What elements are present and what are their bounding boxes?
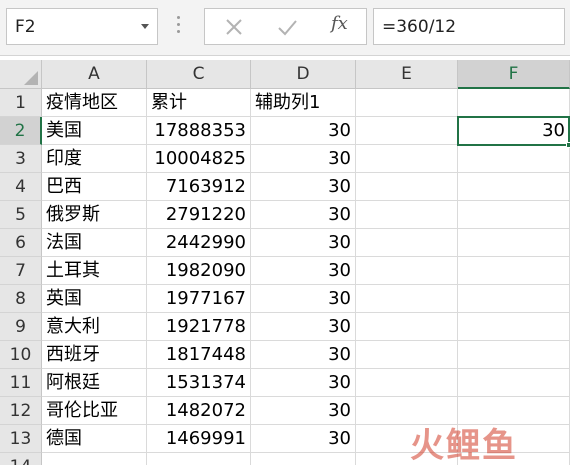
cell-c9[interactable]: 1921778: [147, 313, 251, 341]
cell-e7[interactable]: [356, 257, 458, 285]
cell-c3[interactable]: 10004825: [147, 145, 251, 173]
cell-a12[interactable]: 哥伦比亚: [42, 397, 147, 425]
column-header-f[interactable]: F: [458, 60, 570, 89]
cell-a13[interactable]: 德国: [42, 425, 147, 453]
chevron-down-icon[interactable]: [141, 24, 149, 29]
more-options-icon[interactable]: [176, 13, 182, 37]
cell-c5[interactable]: 2791220: [147, 201, 251, 229]
cell-d14[interactable]: [251, 453, 356, 465]
cell-c8[interactable]: 1977167: [147, 285, 251, 313]
row-header-4[interactable]: 4: [0, 173, 42, 201]
cell-d13[interactable]: 30: [251, 425, 356, 453]
cell-d2[interactable]: 30: [251, 117, 356, 145]
row-header-14[interactable]: 14: [0, 453, 42, 465]
cell-e6[interactable]: [356, 229, 458, 257]
cell-a14[interactable]: [42, 453, 147, 465]
cell-d10[interactable]: 30: [251, 341, 356, 369]
cell-e9[interactable]: [356, 313, 458, 341]
active-cell-border: [457, 116, 570, 146]
cell-f1[interactable]: [458, 89, 570, 117]
cell-d6[interactable]: 30: [251, 229, 356, 257]
cell-c13[interactable]: 1469991: [147, 425, 251, 453]
cell-a1[interactable]: 疫情地区: [42, 89, 147, 117]
cell-f11[interactable]: [458, 369, 570, 397]
name-box[interactable]: F2: [6, 8, 158, 45]
cell-d12[interactable]: 30: [251, 397, 356, 425]
row-header-5[interactable]: 5: [0, 201, 42, 229]
cell-f6[interactable]: [458, 229, 570, 257]
cell-a11[interactable]: 阿根廷: [42, 369, 147, 397]
fill-handle[interactable]: [566, 142, 570, 148]
cell-c14[interactable]: [147, 453, 251, 465]
row-header-13[interactable]: 13: [0, 425, 42, 453]
cell-d11[interactable]: 30: [251, 369, 356, 397]
cell-d7[interactable]: 30: [251, 257, 356, 285]
cell-a6[interactable]: 法国: [42, 229, 147, 257]
cell-f10[interactable]: [458, 341, 570, 369]
cell-d5[interactable]: 30: [251, 201, 356, 229]
cell-c6[interactable]: 2442990: [147, 229, 251, 257]
cell-f4[interactable]: [458, 173, 570, 201]
cell-f9[interactable]: [458, 313, 570, 341]
column-header-c[interactable]: C: [147, 60, 251, 89]
cell-c12[interactable]: 1482072: [147, 397, 251, 425]
column-header-d[interactable]: D: [251, 60, 356, 89]
row-header-6[interactable]: 6: [0, 229, 42, 257]
cell-e1[interactable]: [356, 89, 458, 117]
cell-c1[interactable]: 累计: [147, 89, 251, 117]
column-header-a[interactable]: A: [42, 60, 147, 89]
cell-e3[interactable]: [356, 145, 458, 173]
formula-input[interactable]: =360/12: [373, 8, 565, 45]
formula-text: =360/12: [382, 17, 457, 37]
row-header-12[interactable]: 12: [0, 397, 42, 425]
cell-f5[interactable]: [458, 201, 570, 229]
row-header-8[interactable]: 8: [0, 285, 42, 313]
row-header-9[interactable]: 9: [0, 313, 42, 341]
enter-icon[interactable]: [275, 15, 299, 39]
watermark-logo: 火鲤鱼: [410, 426, 518, 465]
cell-d4[interactable]: 30: [251, 173, 356, 201]
cell-f7[interactable]: [458, 257, 570, 285]
cell-a4[interactable]: 巴西: [42, 173, 147, 201]
cell-c10[interactable]: 1817448: [147, 341, 251, 369]
cell-a5[interactable]: 俄罗斯: [42, 201, 147, 229]
cell-e5[interactable]: [356, 201, 458, 229]
cancel-icon[interactable]: [222, 15, 246, 39]
cell-a10[interactable]: 西班牙: [42, 341, 147, 369]
cell-e8[interactable]: [356, 285, 458, 313]
cell-d8[interactable]: 30: [251, 285, 356, 313]
cell-e10[interactable]: [356, 341, 458, 369]
cell-c7[interactable]: 1982090: [147, 257, 251, 285]
cell-d1[interactable]: 辅助列1: [251, 89, 356, 117]
cell-a7[interactable]: 土耳其: [42, 257, 147, 285]
row-header-10[interactable]: 10: [0, 341, 42, 369]
row-header-1[interactable]: 1: [0, 89, 42, 117]
select-all-corner[interactable]: [0, 60, 42, 89]
column-header-e[interactable]: E: [356, 60, 458, 89]
cell-a3[interactable]: 印度: [42, 145, 147, 173]
spreadsheet-grid: A C D E F 1 疫情地区 累计 辅助列1 2 美国 17888353 30 30 3 印度 100048…: [0, 60, 570, 465]
cell-f3[interactable]: [458, 145, 570, 173]
cell-c4[interactable]: 7163912: [147, 173, 251, 201]
cell-c11[interactable]: 1531374: [147, 369, 251, 397]
cell-e2[interactable]: [356, 117, 458, 145]
name-box-value: F2: [15, 17, 36, 37]
cell-e4[interactable]: [356, 173, 458, 201]
formula-bar: F2 fx =360/12: [0, 0, 570, 56]
cell-a8[interactable]: 英国: [42, 285, 147, 313]
cell-d9[interactable]: 30: [251, 313, 356, 341]
row-header-2[interactable]: 2: [0, 117, 42, 145]
row-header-3[interactable]: 3: [0, 145, 42, 173]
formula-buttons: fx: [204, 8, 367, 45]
cell-d3[interactable]: 30: [251, 145, 356, 173]
function-icon[interactable]: fx: [331, 13, 348, 34]
cell-a2[interactable]: 美国: [42, 117, 147, 145]
row-header-7[interactable]: 7: [0, 257, 42, 285]
cell-e11[interactable]: [356, 369, 458, 397]
row-header-11[interactable]: 11: [0, 369, 42, 397]
cell-c2[interactable]: 17888353: [147, 117, 251, 145]
cell-a9[interactable]: 意大利: [42, 313, 147, 341]
cell-f8[interactable]: [458, 285, 570, 313]
